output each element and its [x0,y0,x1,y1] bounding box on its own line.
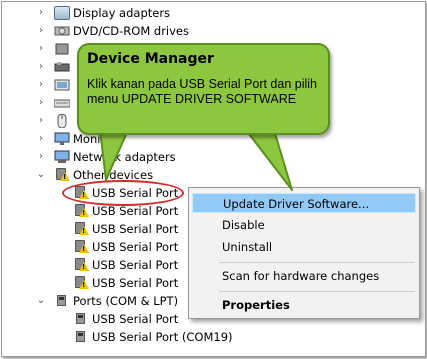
display-adapter-icon [54,6,70,20]
dvd-drive-icon [54,24,70,38]
tree-item-ports[interactable]: ⌄ Ports (COM & LPT) [2,292,202,310]
chevron-down-icon[interactable]: ⌄ [34,166,48,184]
tree-item-label: USB Serial Port [92,312,179,326]
menu-separator [219,291,415,292]
tree-item-display-adapters[interactable]: › Display adapters [2,4,422,22]
menu-item-scan-hardware[interactable]: Scan for hardware changes [192,266,416,286]
port-icon [73,312,89,326]
chevron-right-icon[interactable]: › [34,4,48,22]
tree-item-label: Network adapters [73,150,176,164]
menu-item-uninstall[interactable]: Uninstall [192,237,416,257]
chevron-right-icon[interactable]: › [34,58,48,76]
device-icon [54,60,70,74]
tree-item-label: USB Serial Port [92,222,179,236]
tree-item-label: Ports (COM & LPT) [73,294,179,308]
callout-title: Device Manager [87,51,214,67]
chevron-right-icon[interactable]: › [34,22,48,40]
tree-item-usb-serial-port[interactable]: ! USB Serial Port [2,220,182,238]
port-icon [54,294,70,308]
tree-item-usb-serial-port[interactable]: ! USB Serial Port [2,274,182,292]
port-icon [73,330,89,344]
tree-item-mice[interactable]: › [2,112,72,130]
tree-item-network-adapters[interactable]: › Network adapters [2,148,202,166]
mouse-icon [54,113,70,129]
tree-item-collapsed[interactable]: › [2,76,72,94]
tree-item-dvd-drives[interactable]: › DVD/CD-ROM drives [2,22,422,40]
tree-item-label: USB Serial Port [92,258,179,272]
chevron-right-icon[interactable]: › [34,130,48,148]
chevron-right-icon[interactable]: › [34,76,48,94]
chevron-right-icon[interactable]: › [34,94,48,112]
tree-item-port-usb-serial[interactable]: USB Serial Port [2,310,202,328]
chevron-down-icon[interactable]: ⌄ [34,292,48,310]
device-icon [54,42,70,56]
tree-item-usb-serial-port[interactable]: ! USB Serial Port [2,202,182,220]
highlight-oval [62,180,184,206]
menu-item-properties[interactable]: Properties [192,295,416,315]
tree-item-usb-serial-port[interactable]: ! USB Serial Port [2,256,182,274]
tree-item-collapsed[interactable]: › [2,40,72,58]
callout-body: Klik kanan pada USB Serial Port dan pili… [87,77,317,106]
network-adapter-icon [54,150,70,164]
tree-item-usb-serial-port[interactable]: ! USB Serial Port [2,238,182,256]
tree-item-label: USB Serial Port [92,240,179,254]
chevron-right-icon[interactable]: › [34,148,48,166]
tree-item-keyboards[interactable]: › [2,94,72,112]
monitor-icon [54,132,70,146]
context-menu: Update Driver Software... Disable Uninst… [188,187,420,319]
device-icon [54,78,70,92]
keyboard-icon [53,96,71,110]
menu-item-update-driver[interactable]: Update Driver Software... [192,193,416,213]
chevron-right-icon[interactable]: › [34,40,48,58]
callout-box: Device Manager Klik kanan pada USB Seria… [77,43,330,135]
menu-item-disable[interactable]: Disable [192,215,416,235]
tree-item-collapsed[interactable]: › [2,58,72,76]
menu-separator [219,262,415,263]
device-manager-window: › Display adapters › DVD/CD-ROM drives ›… [1,1,426,357]
chevron-right-icon[interactable]: › [34,112,48,130]
tree-item-label: USB Serial Port [92,276,179,290]
tree-item-label: USB Serial Port (COM19) [92,330,233,344]
tree-item-label: Display adapters [73,6,171,20]
tree-item-label: DVD/CD-ROM drives [73,24,189,38]
tree-item-port-usb-serial-com19[interactable]: USB Serial Port (COM19) [2,328,242,346]
